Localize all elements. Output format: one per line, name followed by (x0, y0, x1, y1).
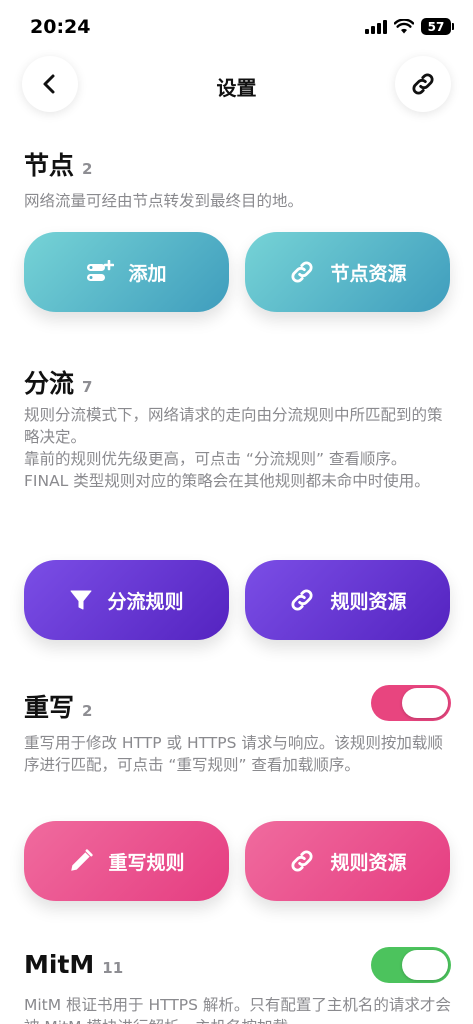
toggle-knob (402, 950, 448, 980)
section-title: 节点 (24, 151, 75, 180)
rewrite-rules-button[interactable]: 重写规则 (24, 821, 229, 901)
description-line: 规则分流模式下，网络请求的走向由分流规则中所匹配到的策略决定。 (24, 406, 443, 446)
routing-rules-button[interactable]: 分流规则 (24, 560, 229, 640)
section-description: MitM 根证书用于 HTTPS 解析。只有配置了主机名的请求才会被 MitM … (24, 996, 451, 1024)
rule-resources-label: 规则资源 (330, 590, 407, 613)
section-description: 网络流量可经由节点转发到最终目的地。 (24, 192, 304, 210)
section-count: 11 (102, 959, 124, 977)
button-row: 重写规则 规则资源 (24, 821, 450, 901)
section-header: 节点 2 (24, 146, 92, 182)
pencil-icon (71, 849, 94, 871)
rewrite-rules-label: 重写规则 (108, 851, 185, 874)
wifi-icon (394, 19, 414, 34)
rewrite-resources-label: 规则资源 (330, 851, 407, 874)
node-resources-label: 节点资源 (330, 262, 407, 285)
link-icon (412, 73, 434, 95)
rewrite-resources-button[interactable]: 规则资源 (245, 821, 450, 901)
section-title: 重写 (24, 693, 75, 722)
section-description: 重写用于修改 HTTP 或 HTTPS 请求与响应。该规则按加载顺序进行匹配，可… (24, 734, 443, 774)
status-bar: 20:24 57 (0, 0, 473, 54)
status-time: 20:24 (30, 16, 91, 38)
link-icon (291, 850, 313, 872)
description-line: 靠前的规则优先级更高，可点击 “分流规则” 查看顺序。 (24, 450, 407, 468)
rewrite-toggle[interactable] (371, 685, 451, 721)
add-node-icon (87, 260, 115, 281)
section-header: MitM 11 (24, 950, 123, 979)
section-title: 分流 (24, 369, 75, 398)
button-row: 添加 节点资源 (24, 232, 450, 312)
add-node-label: 添加 (128, 262, 167, 285)
toggle-knob (402, 688, 448, 718)
battery-level: 57 (427, 19, 445, 34)
section-header: 分流 7 (24, 364, 92, 400)
button-row: 分流规则 规则资源 (24, 560, 450, 640)
link-icon (291, 589, 313, 611)
routing-rules-label: 分流规则 (107, 590, 184, 613)
nav-bar: 设置 (0, 54, 473, 114)
section-count: 7 (82, 378, 93, 396)
link-icon (291, 261, 313, 283)
filter-icon (70, 590, 92, 610)
section-header: 重写 2 (24, 688, 92, 724)
status-icons: 57 (365, 18, 454, 35)
add-node-button[interactable]: 添加 (24, 232, 229, 312)
cellular-signal-icon (365, 19, 387, 34)
node-resources-button[interactable]: 节点资源 (245, 232, 450, 312)
mitm-toggle[interactable] (371, 947, 451, 983)
link-button[interactable] (395, 56, 451, 112)
section-title: MitM (24, 950, 95, 979)
description-line: FINAL 类型规则对应的策略会在其他规则都未命中时使用。 (24, 472, 430, 490)
section-description: 规则分流模式下，网络请求的走向由分流规则中所匹配到的策略决定。 靠前的规则优先级… (24, 404, 452, 492)
section-count: 2 (82, 160, 93, 178)
battery-icon: 57 (421, 18, 454, 35)
section-count: 2 (82, 702, 93, 720)
rule-resources-button[interactable]: 规则资源 (245, 560, 450, 640)
